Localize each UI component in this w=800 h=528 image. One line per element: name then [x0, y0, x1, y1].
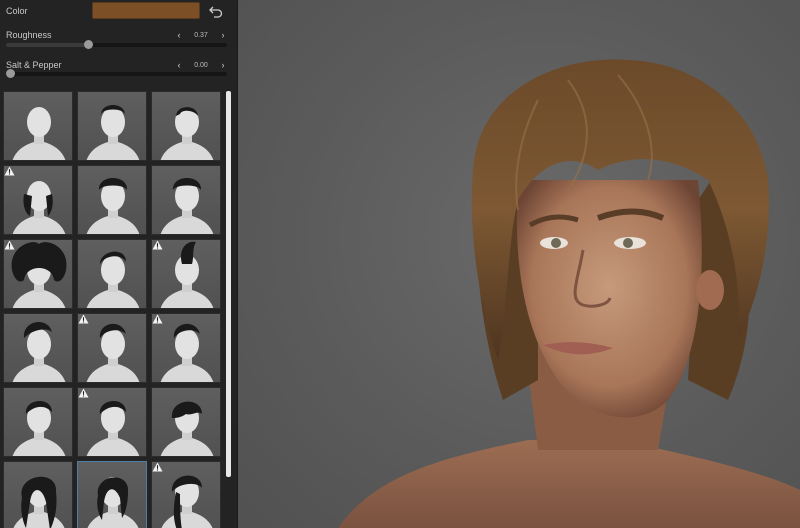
- roughness-slider[interactable]: [6, 40, 227, 49]
- warning-icon: [4, 166, 15, 176]
- character-render: [338, 59, 800, 528]
- hairstyle-tile-curly-short[interactable]: [151, 165, 221, 235]
- ear: [696, 270, 724, 310]
- undo-icon[interactable]: [208, 3, 224, 19]
- hair-editor-panel: Color Roughness ‹ 0.37 › Salt & Pepper ‹…: [0, 0, 238, 528]
- hairstyle-grid: [3, 91, 222, 528]
- hairstyle-tile-fringe[interactable]: [151, 387, 221, 457]
- warning-icon: [152, 314, 163, 324]
- chevron-left-icon[interactable]: ‹: [174, 30, 184, 40]
- hairstyle-tile-medium[interactable]: [77, 461, 147, 528]
- hairstyle-preview: [86, 251, 140, 308]
- hairstyle-tile-short[interactable]: [77, 91, 147, 161]
- hairstyle-preview: [86, 323, 140, 382]
- roughness-slider-fill: [6, 43, 88, 47]
- hairstyle-preview: [87, 477, 139, 528]
- warning-icon: [78, 314, 89, 324]
- chevron-left-icon[interactable]: ‹: [174, 60, 184, 70]
- hairstyle-tile-quiff[interactable]: [151, 313, 221, 383]
- salt-pepper-stepper[interactable]: ‹ 0.00 ›: [174, 59, 228, 71]
- hairstyle-preview: [86, 178, 140, 234]
- salt-pepper-label: Salt & Pepper: [6, 60, 62, 70]
- torso: [338, 440, 800, 528]
- warning-icon: [78, 388, 89, 398]
- chevron-right-icon[interactable]: ›: [218, 30, 228, 40]
- salt-pepper-slider-handle[interactable]: [6, 69, 15, 78]
- hairstyle-preview: [12, 181, 66, 234]
- hairstyle-preview: [11, 242, 67, 308]
- hairstyle-preview: [12, 400, 66, 456]
- hairstyle-preview: [160, 107, 214, 160]
- hairstyle-tile-side-part[interactable]: [3, 387, 73, 457]
- salt-pepper-value: 0.00: [194, 61, 208, 69]
- hairstyle-tile-ponytail[interactable]: [151, 461, 221, 528]
- hairstyle-preview: [12, 321, 66, 382]
- hairstyle-tile-afro[interactable]: [3, 239, 73, 309]
- hairstyle-preview: [160, 401, 214, 456]
- roughness-label: Roughness: [6, 30, 52, 40]
- roughness-stepper[interactable]: ‹ 0.37 ›: [174, 29, 228, 41]
- chevron-right-icon[interactable]: ›: [218, 60, 228, 70]
- hairstyle-tile-long[interactable]: [3, 461, 73, 528]
- hairstyle-preview: [12, 107, 66, 160]
- hairstyle-preview: [160, 178, 214, 234]
- hairstyle-tile-quiff[interactable]: [77, 313, 147, 383]
- hairstyle-tile-balding-sides[interactable]: [3, 165, 73, 235]
- hairstyle-preview: [160, 323, 214, 382]
- hairstyle-tile-pompadour[interactable]: [3, 313, 73, 383]
- warning-icon: [152, 462, 163, 472]
- hairstyle-tile-curly-short[interactable]: [77, 165, 147, 235]
- hairstyle-preview: [160, 241, 214, 308]
- hairstyle-tile-side-part[interactable]: [77, 387, 147, 457]
- color-row: Color: [0, 0, 238, 24]
- color-swatch[interactable]: [92, 2, 200, 19]
- roughness-value: 0.37: [194, 31, 208, 39]
- hairstyle-tile-undercut[interactable]: [77, 239, 147, 309]
- salt-pepper-slider[interactable]: [6, 69, 227, 78]
- color-label: Color: [6, 6, 28, 16]
- roughness-slider-handle[interactable]: [83, 40, 93, 49]
- warning-icon: [152, 240, 163, 250]
- grid-scrollbar[interactable]: [226, 91, 231, 477]
- hairstyle-preview: [13, 476, 65, 528]
- hairstyle-preview: [86, 400, 140, 456]
- hairstyle-tile-receding[interactable]: [151, 91, 221, 161]
- hairstyle-tile-mohawk[interactable]: [151, 239, 221, 309]
- warning-icon: [4, 240, 15, 250]
- character-viewport[interactable]: [238, 0, 800, 528]
- hairstyle-preview: [86, 105, 140, 160]
- hairstyle-tile-bald[interactable]: [3, 91, 73, 161]
